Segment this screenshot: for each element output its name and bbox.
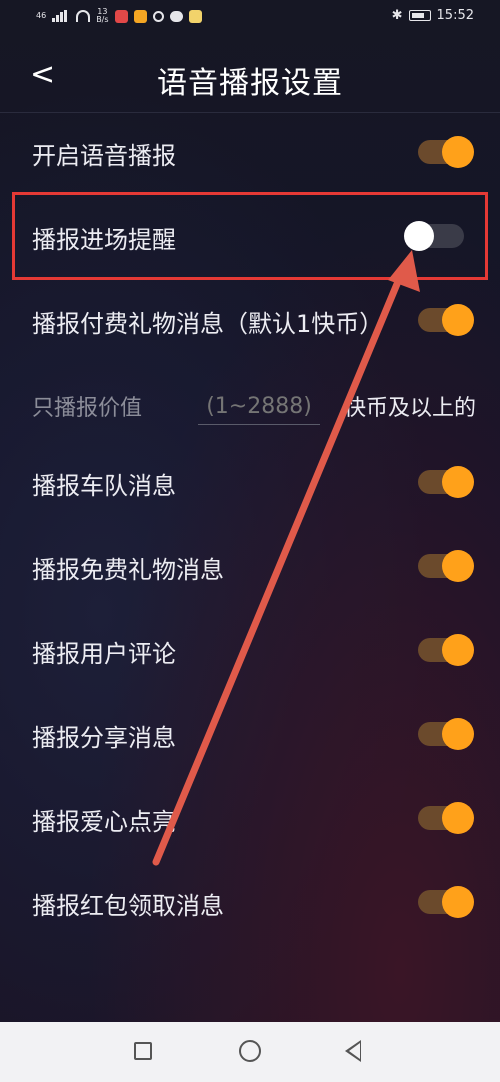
bluetooth-icon: ✱ <box>391 8 403 23</box>
recent-apps-icon[interactable] <box>134 1042 152 1060</box>
value-filter-suffix: 快币及以上的 <box>344 396 477 421</box>
setting-voice-broadcast: 开启语音播报 <box>0 122 500 182</box>
toggle-knob <box>442 802 474 834</box>
toggle-knob <box>442 136 474 168</box>
wifi-icon <box>76 10 91 22</box>
toggle-knob <box>442 634 474 666</box>
setting-heart-light: 播报爱心点亮 <box>0 788 500 848</box>
message-icon <box>169 10 183 22</box>
clock: 15:52 <box>436 8 474 23</box>
setting-label: 播报红包领取消息 <box>32 892 224 920</box>
highlight-box <box>12 192 488 280</box>
setting-label: 播报车队消息 <box>32 472 176 500</box>
red-packet-toggle[interactable] <box>418 886 474 918</box>
net-speed-unit: B/s <box>96 15 109 24</box>
system-nav-bar <box>0 1022 500 1082</box>
setting-label: 开启语音播报 <box>32 142 176 170</box>
settings-screen: 46 13 B/s ✱ 15:52 < 语音播报设置 开启语音播报 播报进场提醒… <box>0 0 500 1022</box>
setting-label: 播报分享消息 <box>32 724 176 752</box>
setting-label: 播报爱心点亮 <box>32 808 176 836</box>
header-divider <box>0 112 500 113</box>
setting-label: 播报免费礼物消息 <box>32 556 224 584</box>
toggle-knob <box>442 466 474 498</box>
value-filter-input[interactable] <box>198 388 320 425</box>
page-title: 语音播报设置 <box>157 66 343 101</box>
toggle-knob <box>442 718 474 750</box>
setting-free-gift: 播报免费礼物消息 <box>0 536 500 596</box>
value-filter-prefix: 只播报价值 <box>32 396 143 421</box>
setting-user-comment: 播报用户评论 <box>0 620 500 680</box>
paid-gift-toggle[interactable] <box>418 304 474 336</box>
setting-paid-gift: 播报付费礼物消息（默认1快币） <box>0 290 500 350</box>
setting-team-message: 播报车队消息 <box>0 452 500 512</box>
voice-broadcast-toggle[interactable] <box>418 136 474 168</box>
net-speed: 13 B/s <box>96 8 108 24</box>
setting-red-packet: 播报红包领取消息 <box>0 872 500 932</box>
back-triangle-inner <box>349 1043 360 1059</box>
share-message-toggle[interactable] <box>418 718 474 750</box>
battery-icon <box>408 10 431 21</box>
circle-notification-icon <box>152 10 164 22</box>
app-notification-icon <box>133 9 147 23</box>
setting-label: 播报用户评论 <box>32 640 176 668</box>
signal-type: 46 <box>36 11 47 20</box>
header: < 语音播报设置 <box>0 46 500 108</box>
setting-share-message: 播报分享消息 <box>0 704 500 764</box>
signal-icon <box>52 10 70 22</box>
heart-light-toggle[interactable] <box>418 802 474 834</box>
free-gift-toggle[interactable] <box>418 550 474 582</box>
home-icon[interactable] <box>239 1040 261 1062</box>
status-bar: 46 13 B/s ✱ 15:52 <box>0 0 500 36</box>
app-notification-icon <box>114 9 128 23</box>
value-filter-row: 只播报价值 快币及以上的 <box>0 376 500 436</box>
setting-label: 播报付费礼物消息（默认1快币） <box>32 310 384 338</box>
app-notification-icon <box>188 9 202 23</box>
toggle-knob <box>442 304 474 336</box>
toggle-knob <box>442 550 474 582</box>
user-comment-toggle[interactable] <box>418 634 474 666</box>
toggle-knob <box>442 886 474 918</box>
team-message-toggle[interactable] <box>418 466 474 498</box>
